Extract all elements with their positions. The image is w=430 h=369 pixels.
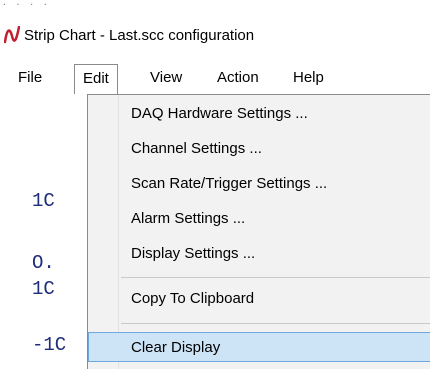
- menu-edit[interactable]: Edit: [74, 64, 118, 94]
- menu-action[interactable]: Action: [209, 64, 267, 92]
- axis-label-fragment: O.: [32, 252, 55, 274]
- menu-help[interactable]: Help: [285, 64, 332, 92]
- menu-item-label: Copy To Clipboard: [131, 290, 255, 307]
- axis-label-fragment: 1C: [32, 278, 55, 300]
- menu-item-daq-hardware-settings[interactable]: DAQ Hardware Settings ...: [89, 99, 430, 129]
- menu-file[interactable]: File: [10, 64, 50, 92]
- menu-item-label: Scan Rate/Trigger Settings ...: [131, 175, 328, 192]
- menu-separator: [121, 277, 430, 278]
- menu-item-scan-rate-trigger-settings[interactable]: Scan Rate/Trigger Settings ...: [89, 169, 430, 199]
- axis-label-fragment: -1C: [32, 334, 67, 356]
- menu-separator: [121, 323, 430, 324]
- menu-item-clear-display[interactable]: Clear Display: [88, 332, 430, 362]
- menu-item-label: Channel Settings ...: [131, 140, 262, 157]
- edit-dropdown-menu: DAQ Hardware Settings ... Channel Settin…: [87, 94, 430, 369]
- top-strip: · · · ·: [0, 0, 430, 9]
- window-title: Strip Chart - Last.scc configuration: [24, 26, 255, 44]
- menu-item-label: Clear Display: [131, 339, 221, 356]
- menu-item-copy-to-clipboard[interactable]: Copy To Clipboard: [89, 284, 430, 314]
- menu-view[interactable]: View: [142, 64, 190, 92]
- strip-chart-app-icon: [4, 26, 20, 44]
- menu-item-label: DAQ Hardware Settings ...: [131, 105, 308, 122]
- axis-label-fragment: 1C: [32, 190, 55, 212]
- title-bar: Strip Chart - Last.scc configuration: [0, 20, 430, 50]
- top-strip-dots: · · · ·: [2, 0, 50, 9]
- menu-item-display-settings[interactable]: Display Settings ...: [89, 239, 430, 269]
- menu-item-alarm-settings[interactable]: Alarm Settings ...: [89, 204, 430, 234]
- menu-item-label: Display Settings ...: [131, 245, 256, 262]
- menu-item-label: Alarm Settings ...: [131, 210, 246, 227]
- menu-bar: File Edit View Action Help: [0, 64, 430, 94]
- menu-item-channel-settings[interactable]: Channel Settings ...: [89, 134, 430, 164]
